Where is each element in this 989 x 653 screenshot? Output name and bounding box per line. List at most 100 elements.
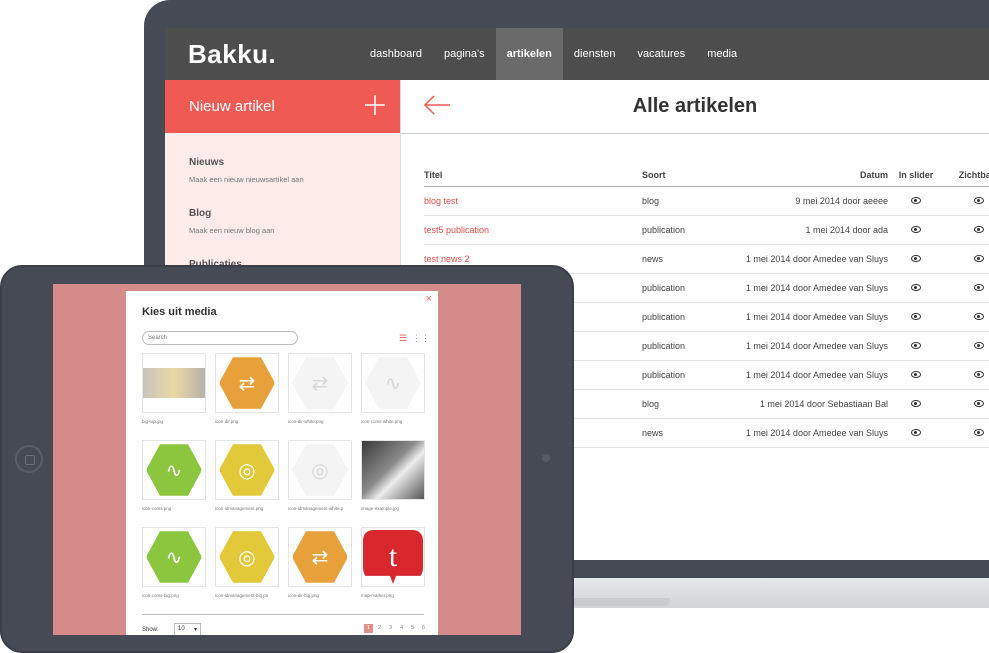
divider	[142, 614, 424, 615]
hexagon-icon: ◎	[219, 531, 275, 583]
row-date: 1 mei 2014 door Amedee van Sluys	[732, 244, 888, 274]
page-link[interactable]: 4	[397, 624, 406, 633]
eye-icon[interactable]	[974, 428, 984, 436]
media-thumbnail[interactable]: ⇄	[215, 353, 279, 413]
nav-paginas[interactable]: pagina's	[433, 28, 496, 80]
row-title[interactable]: blog test	[424, 186, 642, 216]
app-logo[interactable]: Bakku.	[188, 39, 359, 70]
media-thumbnail[interactable]	[142, 353, 206, 413]
page-link[interactable]: 2	[375, 624, 384, 633]
media-picker-modal: × Kies uit media ☰ ⋮⋮ big-top.jpg ⇄ icon-d…	[126, 291, 438, 635]
page-link[interactable]: 5	[408, 624, 417, 633]
media-thumbnail[interactable]: ◎	[215, 527, 279, 587]
arrow-left-icon[interactable]	[423, 92, 451, 122]
row-type: blog	[642, 186, 732, 216]
grid-view-icon[interactable]: ⋮⋮	[412, 333, 430, 344]
media-thumbnail[interactable]: ◎	[288, 440, 352, 500]
eye-icon[interactable]	[974, 196, 984, 204]
media-thumbnail[interactable]: ⇄	[288, 527, 352, 587]
page-size-value: 10	[178, 626, 185, 632]
hexagon-icon: ⇄	[219, 357, 275, 409]
eye-icon[interactable]	[974, 399, 984, 407]
tablet-screen: × Kies uit media ☰ ⋮⋮ big-top.jpg ⇄ icon-d…	[53, 284, 521, 635]
row-type: publication	[642, 360, 732, 390]
media-filename: icon-idmanagement.png	[215, 506, 264, 511]
col-header-datum[interactable]: Datum	[732, 164, 888, 187]
hexagon-icon: ∿	[365, 357, 421, 409]
page-link[interactable]: 1	[364, 624, 373, 633]
media-thumbnail[interactable]: ∿	[142, 527, 206, 587]
eye-icon[interactable]	[911, 341, 921, 349]
eye-icon[interactable]	[974, 312, 984, 320]
row-date: 1 mei 2014 door Amedee van Sluys	[732, 273, 888, 303]
plus-icon[interactable]	[364, 92, 386, 122]
laptop-notch	[560, 598, 670, 606]
row-date: 1 mei 2014 door Sebastiaan Bal	[732, 389, 888, 419]
row-title[interactable]: test5 publication	[424, 215, 642, 245]
eye-icon[interactable]	[911, 428, 921, 436]
table-row[interactable]: test5 publication publication 1 mei 2014 d…	[424, 215, 989, 245]
nav-artikelen[interactable]: artikelen	[495, 28, 563, 80]
col-header-zichtbaar[interactable]: Zichtbaar	[944, 164, 989, 187]
media-filename: big-top.jpg	[142, 419, 164, 424]
row-type: publication	[642, 273, 732, 303]
row-type: publication	[642, 302, 732, 332]
photo-thumbnail	[362, 441, 424, 499]
new-article-button[interactable]: Nieuw artikel	[165, 80, 400, 133]
close-icon[interactable]: ×	[426, 293, 432, 305]
eye-icon[interactable]	[911, 254, 921, 262]
media-thumbnail[interactable]: ⇄	[288, 353, 352, 413]
list-view-icon[interactable]: ☰	[399, 333, 407, 344]
eye-icon[interactable]	[974, 254, 984, 262]
tablet-home-button[interactable]	[15, 445, 43, 473]
col-header-titel[interactable]: Titel	[424, 164, 642, 187]
sidebar-item-title: Nieuws	[189, 157, 225, 168]
table-row[interactable]: blog test blog 9 mei 2014 door aeeee	[424, 186, 989, 216]
eye-icon[interactable]	[974, 225, 984, 233]
row-type: publication	[642, 215, 732, 245]
media-thumbnail[interactable]: t	[361, 527, 425, 587]
hexagon-icon: ⇄	[292, 531, 348, 583]
hexagon-icon: ◎	[292, 444, 348, 496]
eye-icon[interactable]	[911, 196, 921, 204]
row-date: 1 mei 2014 door Amedee van Sluys	[732, 418, 888, 448]
eye-icon[interactable]	[911, 399, 921, 407]
nav-media[interactable]: media	[696, 28, 748, 80]
tablet-frame: × Kies uit media ☰ ⋮⋮ big-top.jpg ⇄ icon-d…	[0, 265, 574, 653]
page-title: Alle artikelen	[632, 95, 758, 117]
new-article-label: Nieuw artikel	[189, 98, 275, 115]
page-size-select[interactable]: 10 ▾	[174, 623, 201, 635]
nav-vacatures[interactable]: vacatures	[626, 28, 696, 80]
page-link[interactable]: 6	[419, 624, 428, 633]
pagination: 123456	[364, 624, 428, 633]
eye-icon[interactable]	[911, 370, 921, 378]
eye-icon[interactable]	[974, 370, 984, 378]
row-date: 1 mei 2014 door Amedee van Sluys	[732, 302, 888, 332]
media-filename: icon-dir-white.png	[288, 419, 324, 424]
media-filename: icon-idmanagement-big.pn	[215, 593, 269, 598]
sidebar-item-blog[interactable]: Blog Maak een nieuw blog aan	[165, 208, 400, 235]
nav-diensten[interactable]: diensten	[563, 28, 627, 80]
col-header-soort[interactable]: Soort	[642, 164, 732, 187]
media-thumbnail[interactable]: ∿	[142, 440, 206, 500]
eye-icon[interactable]	[911, 283, 921, 291]
modal-title: Kies uit media	[142, 306, 217, 318]
eye-icon[interactable]	[974, 341, 984, 349]
media-filename: icon-coms.png	[142, 506, 172, 511]
media-thumbnail[interactable]: ∿	[361, 353, 425, 413]
tablet-camera	[542, 454, 550, 462]
stage: Bakku. dashboard pagina's artikelen dien…	[0, 0, 989, 653]
media-thumbnail[interactable]	[361, 440, 425, 500]
sidebar-item-nieuws[interactable]: Nieuws Maak een nieuw nieuwsartikel aan	[165, 157, 400, 184]
chevron-down-icon: ▾	[193, 627, 197, 633]
page-link[interactable]: 3	[386, 624, 395, 633]
eye-icon[interactable]	[974, 283, 984, 291]
col-header-in-slider[interactable]: In slider	[888, 164, 944, 187]
eye-icon[interactable]	[911, 312, 921, 320]
eye-icon[interactable]	[911, 225, 921, 233]
search-input[interactable]	[142, 331, 298, 345]
media-thumbnail[interactable]: ◎	[215, 440, 279, 500]
nav-dashboard[interactable]: dashboard	[359, 28, 433, 80]
hexagon-icon: ⇄	[292, 357, 348, 409]
hexagon-icon: ∿	[146, 531, 202, 583]
